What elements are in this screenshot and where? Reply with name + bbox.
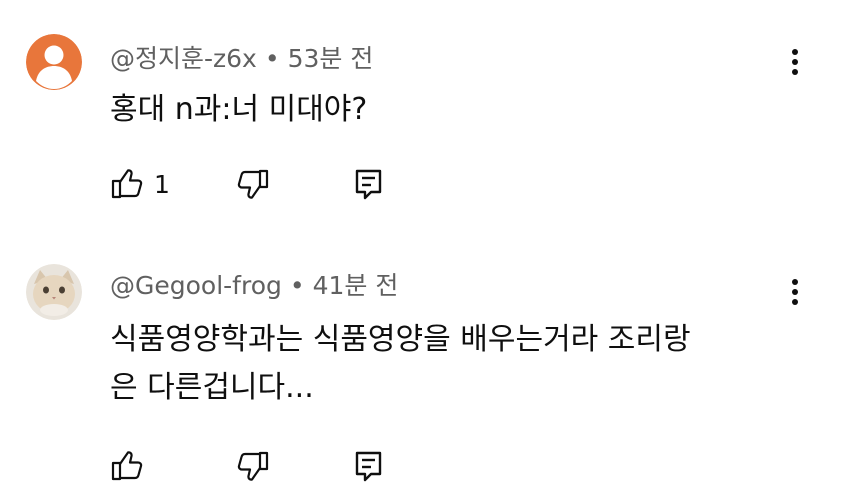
author-name[interactable]: @정지훈-z6x — [110, 44, 257, 73]
thumbs-down-icon — [237, 169, 269, 199]
thumbs-up-icon — [111, 451, 143, 481]
avatar[interactable] — [26, 264, 82, 320]
avatar[interactable] — [26, 34, 82, 90]
comment: @Gegool-frog • 41분 전 식품영양학과는 식품영양을 배우는거라 조… — [0, 240, 850, 500]
author-name[interactable]: @Gegool-frog — [110, 271, 282, 300]
thumbs-up-icon — [111, 169, 143, 199]
comment-text: 식품영양학과는 식품영양을 배우는거라 조리랑 은 다른겁니다... — [110, 316, 790, 412]
comment-time: 41분 전 — [312, 271, 399, 300]
reply-button[interactable] — [354, 446, 384, 486]
reply-button[interactable] — [354, 164, 384, 204]
dislike-button[interactable] — [236, 446, 270, 486]
reply-icon — [355, 169, 382, 200]
comment-time: 53분 전 — [287, 44, 374, 73]
default-person-icon — [26, 34, 82, 90]
more-button[interactable] — [780, 42, 810, 82]
dislike-button[interactable] — [236, 164, 270, 204]
comment-meta: @Gegool-frog • 41분 전 — [110, 271, 398, 301]
reply-icon — [355, 451, 382, 482]
meta-separator: • — [264, 44, 280, 73]
comment-line: 은 다른겁니다... — [110, 370, 314, 405]
like-count: 1 — [154, 169, 170, 199]
more-vertical-icon — [792, 279, 798, 305]
comment-line: 홍대 n과:너 미대야? — [110, 92, 368, 127]
cat-photo-avatar-icon — [26, 264, 82, 320]
comment-text: 홍대 n과:너 미대야? — [110, 86, 790, 134]
comment: @정지훈-z6x • 53분 전 홍대 n과:너 미대야? 1 — [0, 0, 850, 240]
more-button[interactable] — [780, 272, 810, 312]
like-button[interactable]: 1 — [110, 164, 170, 204]
comment-line: 식품영양학과는 식품영양을 배우는거라 조리랑 — [110, 322, 691, 357]
thumbs-down-icon — [237, 451, 269, 481]
like-button[interactable] — [110, 446, 154, 486]
more-vertical-icon — [792, 49, 798, 75]
comment-meta: @정지훈-z6x • 53분 전 — [110, 44, 373, 74]
meta-separator: • — [289, 271, 305, 300]
